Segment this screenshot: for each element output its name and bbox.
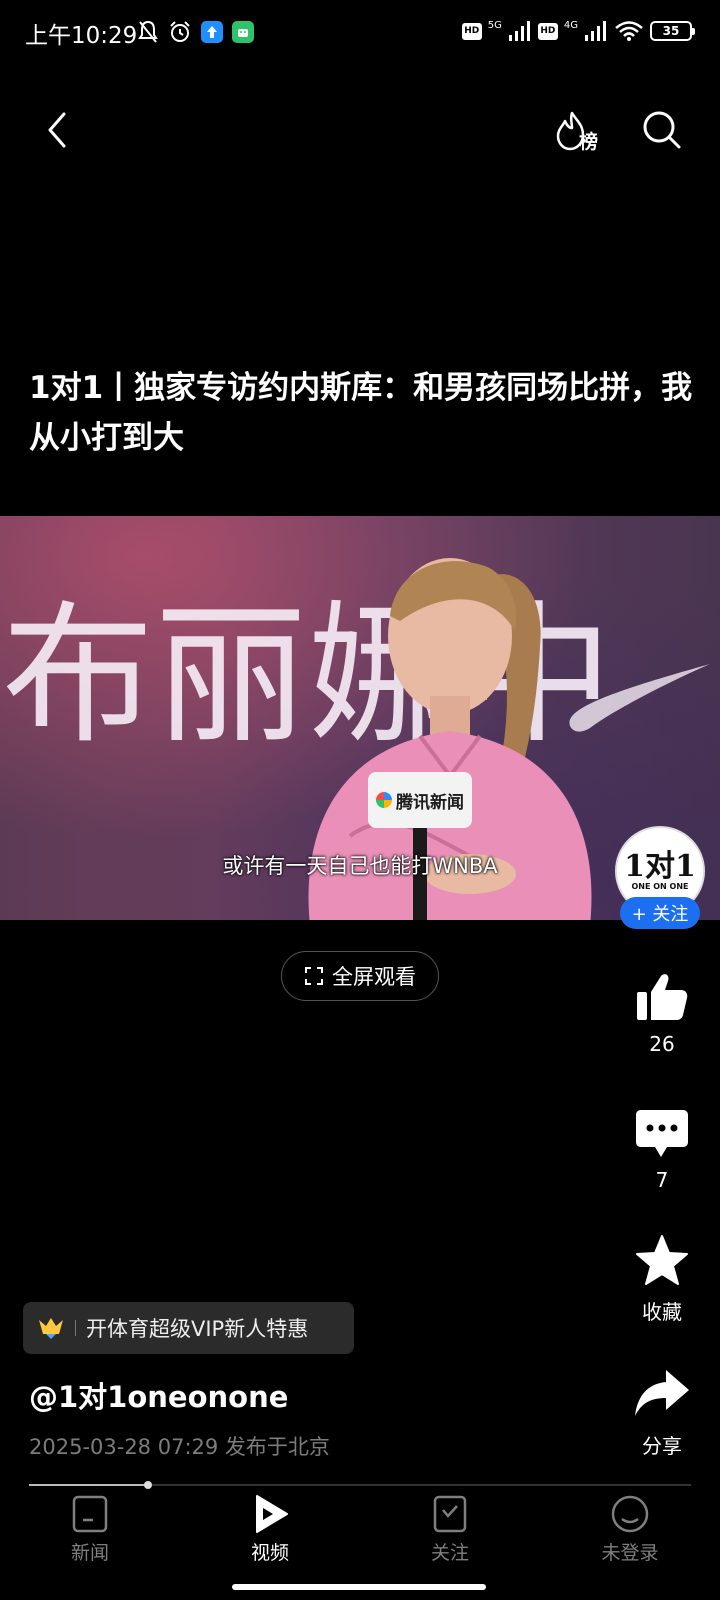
like-count: 26 (649, 1032, 675, 1056)
search-icon[interactable] (640, 108, 684, 152)
progress-knob[interactable] (144, 1481, 153, 1489)
fullscreen-button[interactable]: 全屏观看 (281, 951, 439, 1001)
nav-item-profile[interactable]: 未登录 (570, 1494, 690, 1565)
status-time: 上午10:29 (25, 23, 138, 49)
hd-badge-2: HD (537, 22, 558, 40)
video-icon (256, 1495, 288, 1533)
nav-label-profile: 未登录 (601, 1542, 659, 1564)
nav-label-news: 新闻 (70, 1542, 109, 1564)
follow-icon (433, 1495, 467, 1533)
share-button[interactable]: 分享 (620, 1368, 704, 1459)
fullscreen-icon (305, 967, 323, 985)
network-5g-label: 5G (487, 19, 502, 31)
star-icon (636, 1235, 688, 1285)
bottom-nav: 新闻 视频 关注 未登录 (0, 1494, 720, 1574)
android-app-icon (232, 21, 254, 43)
mic-flag-label: 腾讯新闻 (396, 792, 464, 813)
signal-icon (508, 21, 530, 41)
vip-promo-text: 开体育超级VIP新人特惠 (86, 1317, 309, 1341)
video-progress-bar[interactable] (29, 1481, 691, 1489)
mute-bell-icon (138, 20, 158, 43)
favorite-label: 收藏 (642, 1300, 682, 1324)
favorite-button[interactable]: 收藏 (620, 1234, 704, 1325)
fullscreen-label: 全屏观看 (332, 965, 416, 989)
share-icon (635, 1370, 689, 1416)
nav-label-follow: 关注 (430, 1542, 469, 1564)
news-icon (72, 1495, 108, 1533)
follow-button[interactable]: + 关注 (620, 897, 700, 929)
video-subtitle: 或许有一天自己也能打WNBA (222, 854, 498, 878)
avatar-logo: 1对1 (624, 848, 696, 884)
vip-divider (75, 1320, 76, 1336)
thumbs-up-icon (637, 974, 688, 1020)
progress-fill (29, 1484, 149, 1486)
video-player[interactable]: 布丽娜中 腾讯新闻 或许有一天自己也能打WNBA (0, 516, 720, 920)
vip-promo-banner[interactable]: 开体育超级VIP新人特惠 (23, 1302, 354, 1354)
author-name[interactable]: @1对1oneonone (29, 1374, 288, 1416)
notification-icons (137, 20, 254, 44)
top-nav: 榜 (0, 96, 720, 176)
nav-item-video[interactable]: 视频 (210, 1494, 330, 1565)
upload-app-icon (201, 21, 223, 43)
status-bar: 上午10:29 HD 5G HD 4G 35 (0, 0, 720, 66)
nav-label-video: 视频 (250, 1542, 289, 1564)
microphone-flag: 腾讯新闻 (368, 772, 472, 828)
vip-crown-icon (39, 1318, 63, 1339)
hd-badge: HD (461, 22, 482, 40)
nav-item-news[interactable]: 新闻 (30, 1494, 150, 1565)
back-icon[interactable] (36, 108, 80, 152)
avatar-subtext: ONE ON ONE (631, 881, 689, 891)
like-button[interactable]: 26 (620, 970, 704, 1056)
comment-count: 7 (655, 1168, 669, 1192)
profile-icon (611, 1495, 649, 1533)
alarm-icon (170, 21, 190, 42)
signal-icon-2 (585, 21, 606, 41)
ranking-button[interactable]: 榜 (555, 109, 607, 153)
publish-meta: 2025-03-28 07:29 发布于北京 (29, 1435, 330, 1459)
comment-icon (636, 1110, 688, 1157)
nav-item-follow[interactable]: 关注 (390, 1494, 510, 1565)
wifi-icon (615, 21, 643, 41)
ranking-label: 榜 (579, 131, 599, 153)
comment-button[interactable]: 7 (620, 1106, 704, 1192)
share-label: 分享 (642, 1434, 682, 1458)
battery-indicator: 35 (650, 21, 695, 41)
tencent-logo-icon (376, 792, 392, 808)
video-title: 1对1丨独家专访约内斯库：和男孩同场比拼，我从小打到大 (29, 370, 693, 456)
home-indicator[interactable] (232, 1584, 486, 1590)
network-4g-label: 4G (563, 19, 578, 31)
system-indicators: HD 5G HD 4G 35 (461, 19, 695, 42)
